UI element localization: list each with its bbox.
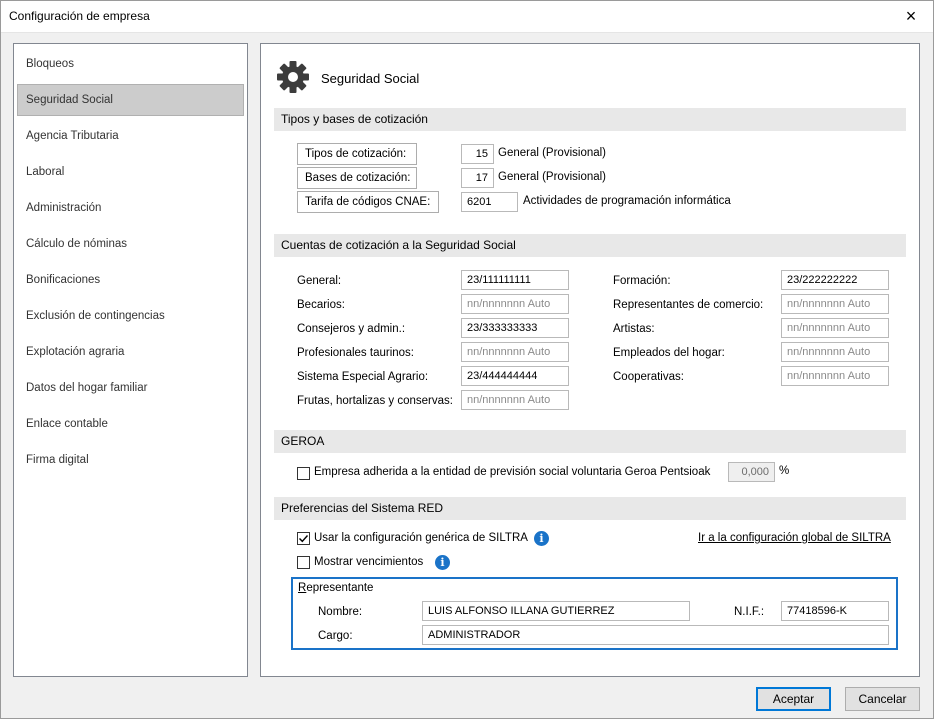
geroa-percent-sign: % bbox=[779, 465, 790, 477]
tipos-cotizacion-desc: General (Provisional) bbox=[498, 147, 607, 159]
nombre-field[interactable]: LUIS ALFONSO ILLANA GUTIERREZ bbox=[422, 601, 690, 621]
cnae-desc: Actividades de programación informática bbox=[523, 195, 731, 207]
sidebar-item-explotacion-agraria[interactable]: Explotación agraria bbox=[17, 336, 244, 368]
representante-group: Representante Nombre: LUIS ALFONSO ILLAN… bbox=[291, 577, 898, 650]
sidebar-item-exclusion-contingencias[interactable]: Exclusión de contingencias bbox=[17, 300, 244, 332]
cuenta-general-label: General: bbox=[297, 275, 342, 287]
geroa-checkbox[interactable] bbox=[297, 467, 310, 480]
cuenta-artistas-label: Artistas: bbox=[613, 323, 655, 335]
nombre-label: Nombre: bbox=[318, 606, 363, 618]
cuenta-frutas-label: Frutas, hortalizas y conservas: bbox=[297, 395, 453, 407]
cargo-field[interactable]: ADMINISTRADOR bbox=[422, 625, 889, 645]
info-icon[interactable]: i bbox=[534, 531, 549, 546]
window-title: Configuración de empresa bbox=[9, 9, 150, 23]
sidebar: Bloqueos Seguridad Social Agencia Tribut… bbox=[13, 43, 248, 677]
cuenta-consejeros-field[interactable]: 23/333333333 bbox=[461, 318, 569, 338]
mostrar-vencimientos-checkbox[interactable] bbox=[297, 556, 310, 569]
cuenta-becarios-label: Becarios: bbox=[297, 299, 345, 311]
sidebar-item-agencia-tributaria[interactable]: Agencia Tributaria bbox=[17, 120, 244, 152]
checkmark-icon bbox=[299, 535, 309, 543]
mostrar-vencimientos-label: Mostrar vencimientos bbox=[314, 556, 424, 568]
section-cuentas-header: Cuentas de cotización a la Seguridad Soc… bbox=[274, 234, 906, 257]
nif-field[interactable]: 77418596-K bbox=[781, 601, 889, 621]
sidebar-item-calculo-nominas[interactable]: Cálculo de nóminas bbox=[17, 228, 244, 260]
tarifa-cnae-button[interactable]: Tarifa de códigos CNAE: bbox=[297, 191, 439, 213]
cuenta-representantes-label: Representantes de comercio: bbox=[613, 299, 764, 311]
cuenta-becarios-field[interactable]: nn/nnnnnnn Auto bbox=[461, 294, 569, 314]
title-bar: Configuración de empresa × bbox=[0, 0, 934, 33]
close-icon[interactable]: × bbox=[888, 0, 934, 32]
cancel-button[interactable]: Cancelar bbox=[845, 687, 920, 711]
cuenta-formacion-field[interactable]: 23/222222222 bbox=[781, 270, 889, 290]
gear-icon bbox=[277, 61, 309, 93]
sidebar-item-bonificaciones[interactable]: Bonificaciones bbox=[17, 264, 244, 296]
siltra-global-link[interactable]: Ir a la configuración global de SILTRA bbox=[698, 532, 891, 544]
section-geroa-header: GEROA bbox=[274, 430, 906, 453]
section-red-header: Preferencias del Sistema RED bbox=[274, 497, 906, 520]
cuenta-hogar-field[interactable]: nn/nnnnnnn Auto bbox=[781, 342, 889, 362]
content-panel: Seguridad Social Tipos y bases de cotiza… bbox=[260, 43, 920, 677]
usar-siltra-checkbox[interactable] bbox=[297, 532, 310, 545]
cnae-field[interactable]: 6201 bbox=[461, 192, 518, 212]
sidebar-item-firma-digital[interactable]: Firma digital bbox=[17, 444, 244, 476]
sidebar-item-bloqueos[interactable]: Bloqueos bbox=[17, 48, 244, 80]
bases-cotizacion-field[interactable]: 17 bbox=[461, 168, 494, 188]
cuenta-general-field[interactable]: 23/111111111 bbox=[461, 270, 569, 290]
representante-legend: Representante bbox=[298, 582, 374, 594]
accept-button[interactable]: Aceptar bbox=[756, 687, 831, 711]
usar-siltra-label: Usar la configuración genérica de SILTRA bbox=[314, 532, 528, 544]
cuenta-cooperativas-field[interactable]: nn/nnnnnnn Auto bbox=[781, 366, 889, 386]
geroa-checkbox-label: Empresa adherida a la entidad de previsi… bbox=[314, 466, 711, 478]
nif-label: N.I.F.: bbox=[734, 606, 765, 618]
sidebar-item-administracion[interactable]: Administración bbox=[17, 192, 244, 224]
cuenta-formacion-label: Formación: bbox=[613, 275, 671, 287]
sidebar-item-seguridad-social[interactable]: Seguridad Social bbox=[17, 84, 244, 116]
cuenta-agrario-field[interactable]: 23/444444444 bbox=[461, 366, 569, 386]
tipos-cotizacion-button[interactable]: Tipos de cotización: bbox=[297, 143, 417, 165]
cuenta-consejeros-label: Consejeros y admin.: bbox=[297, 323, 406, 335]
cuenta-frutas-field[interactable]: nn/nnnnnnn Auto bbox=[461, 390, 569, 410]
bases-cotizacion-button[interactable]: Bases de cotización: bbox=[297, 167, 417, 189]
sidebar-item-hogar-familiar[interactable]: Datos del hogar familiar bbox=[17, 372, 244, 404]
cuenta-representantes-field[interactable]: nn/nnnnnnn Auto bbox=[781, 294, 889, 314]
cuenta-artistas-field[interactable]: nn/nnnnnnn Auto bbox=[781, 318, 889, 338]
cargo-label: Cargo: bbox=[318, 630, 353, 642]
sidebar-item-enlace-contable[interactable]: Enlace contable bbox=[17, 408, 244, 440]
sidebar-item-laboral[interactable]: Laboral bbox=[17, 156, 244, 188]
bases-cotizacion-desc: General (Provisional) bbox=[498, 171, 607, 183]
page-title: Seguridad Social bbox=[321, 71, 420, 86]
cuenta-taurinos-label: Profesionales taurinos: bbox=[297, 347, 414, 359]
cuenta-agrario-label: Sistema Especial Agrario: bbox=[297, 371, 429, 383]
section-tipos-header: Tipos y bases de cotización bbox=[274, 108, 906, 131]
geroa-percent-field[interactable]: 0,000 bbox=[728, 462, 775, 482]
tipos-cotizacion-field[interactable]: 15 bbox=[461, 144, 494, 164]
info-icon[interactable]: i bbox=[435, 555, 450, 570]
cuenta-taurinos-field[interactable]: nn/nnnnnnn Auto bbox=[461, 342, 569, 362]
cuenta-cooperativas-label: Cooperativas: bbox=[613, 371, 684, 383]
cuenta-hogar-label: Empleados del hogar: bbox=[613, 347, 725, 359]
